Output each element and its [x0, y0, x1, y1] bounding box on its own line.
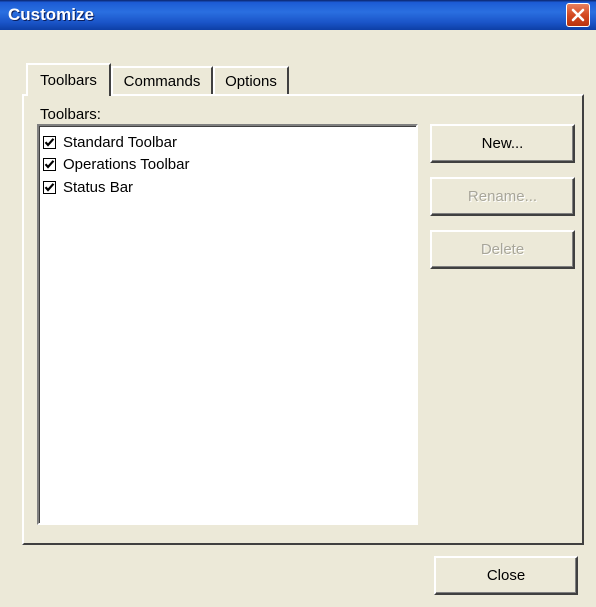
toolbars-listbox[interactable]: Standard Toolbar Operations Toolbar Stat…: [37, 124, 418, 525]
tab-toolbars[interactable]: Toolbars: [26, 63, 111, 96]
list-item-status-bar[interactable]: Status Bar: [43, 176, 133, 198]
standard-toolbar-checkbox[interactable]: [43, 135, 56, 149]
new-toolbar-button[interactable]: New...: [430, 124, 575, 163]
toolbars-list-label: Toolbars:: [40, 106, 101, 123]
close-button[interactable]: Close: [434, 556, 578, 595]
close-icon: [571, 8, 585, 22]
tab-options-label: Options: [225, 72, 277, 90]
close-window-button[interactable]: [566, 3, 590, 27]
list-item-operations-toolbar[interactable]: Operations Toolbar: [43, 153, 189, 175]
tab-options[interactable]: Options: [213, 66, 289, 94]
window-title: Customize: [8, 5, 94, 24]
delete-button-label: Delete: [480, 241, 525, 258]
tab-commands-label: Commands: [123, 72, 201, 90]
rename-toolbar-button[interactable]: Rename...: [430, 177, 575, 216]
tab-commands[interactable]: Commands: [111, 66, 213, 94]
new-button-label: New...: [481, 135, 524, 152]
operations-toolbar-checkbox[interactable]: [43, 157, 56, 171]
status-bar-checkbox[interactable]: [43, 180, 56, 194]
operations-toolbar-label: Operations Toolbar: [63, 155, 190, 173]
delete-toolbar-button[interactable]: Delete: [430, 230, 575, 269]
checkmark-icon: [44, 159, 55, 169]
checkmark-icon: [44, 182, 55, 192]
tab-toolbars-label: Toolbars: [40, 72, 97, 89]
status-bar-label: Status Bar: [63, 178, 134, 196]
rename-button-label: Rename...: [467, 188, 538, 205]
list-item-standard-toolbar[interactable]: Standard Toolbar: [43, 131, 177, 153]
title-bar: Customize: [0, 0, 596, 30]
standard-toolbar-label: Standard Toolbar: [63, 133, 177, 151]
checkmark-icon: [44, 137, 55, 147]
close-button-label: Close: [486, 567, 526, 584]
